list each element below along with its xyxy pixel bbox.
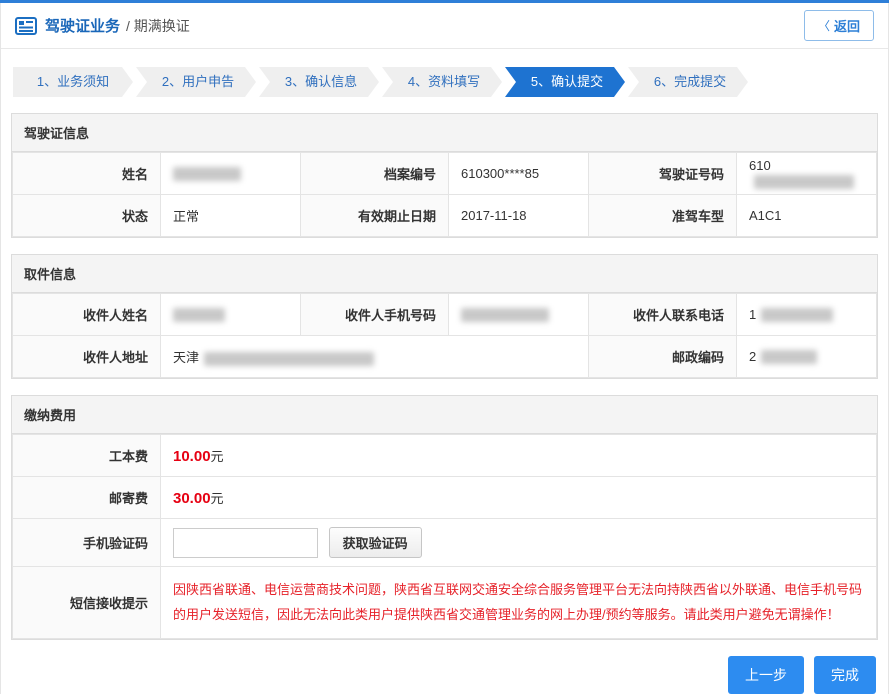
name-value <box>161 153 301 195</box>
recipient-phone-prefix: 1 <box>749 307 756 322</box>
license-info-table: 姓名 档案编号 610300****85 驾驶证号码 610 状态 正常 有效期… <box>12 152 877 237</box>
table-row: 状态 正常 有效期止日期 2017-11-18 准驾车型 A1C1 <box>13 195 877 237</box>
page-title: 驾驶证业务 <box>45 15 120 36</box>
get-sms-code-button[interactable]: 获取验证码 <box>329 527 422 558</box>
page-container: 驾驶证业务 / 期满换证 〈 返回 1、业务须知 2、用户申告 3、确认信息 4… <box>0 3 889 694</box>
recipient-mobile-redacted <box>461 308 549 322</box>
license-no-value: 610 <box>737 153 877 195</box>
table-row: 姓名 档案编号 610300****85 驾驶证号码 610 <box>13 153 877 195</box>
fees-table: 工本费 10.00元 邮寄费 30.00元 手机验证码 获取验证码 短信接收提 <box>12 434 877 639</box>
postcode-label: 邮政编码 <box>589 336 737 378</box>
pickup-info-table: 收件人姓名 收件人手机号码 收件人联系电话 1 收件人地址 天津 邮政编码 2 <box>12 293 877 378</box>
license-no-label: 驾驶证号码 <box>589 153 737 195</box>
step-wizard: 1、业务须知 2、用户申告 3、确认信息 4、资料填写 5、确认提交 6、完成提… <box>13 67 876 97</box>
postcode-prefix: 2 <box>749 349 756 364</box>
header-bar: 驾驶证业务 / 期满换证 〈 返回 <box>1 3 888 49</box>
table-row: 收件人地址 天津 邮政编码 2 <box>13 336 877 378</box>
table-row: 短信接收提示 因陕西省联通、电信运营商技术问题，陕西省互联网交通安全综合服务管理… <box>13 567 877 639</box>
recipient-mobile-label: 收件人手机号码 <box>301 294 449 336</box>
step-1-business-notice[interactable]: 1、业务须知 <box>13 67 133 97</box>
sms-notice-text: 因陕西省联通、电信运营商技术问题，陕西省互联网交通安全综合服务管理平台无法向持陕… <box>161 567 877 639</box>
table-row: 邮寄费 30.00元 <box>13 477 877 519</box>
sms-code-cell: 获取验证码 <box>161 519 877 567</box>
production-fee-unit: 元 <box>211 449 224 464</box>
step-2-user-declaration[interactable]: 2、用户申告 <box>136 67 256 97</box>
postcode-redacted <box>761 350 817 364</box>
previous-step-button[interactable]: 上一步 <box>728 656 804 694</box>
postcode-value: 2 <box>737 336 877 378</box>
address-value: 天津 <box>161 336 589 378</box>
production-fee-value: 10.00元 <box>161 435 877 477</box>
license-no-redacted <box>754 175 854 189</box>
recipient-mobile-value <box>449 294 589 336</box>
expiry-value: 2017-11-18 <box>449 195 589 237</box>
name-label: 姓名 <box>13 153 161 195</box>
license-section-title: 驾驶证信息 <box>12 114 877 152</box>
production-fee-label: 工本费 <box>13 435 161 477</box>
vehicle-type-value: A1C1 <box>737 195 877 237</box>
address-label: 收件人地址 <box>13 336 161 378</box>
back-button[interactable]: 〈 返回 <box>804 10 874 41</box>
pickup-section-title: 取件信息 <box>12 255 877 293</box>
pickup-info-section: 取件信息 收件人姓名 收件人手机号码 收件人联系电话 1 收件人地址 天津 邮政… <box>11 254 878 379</box>
file-no-value: 610300****85 <box>449 153 589 195</box>
fees-section: 缴纳费用 工本费 10.00元 邮寄费 30.00元 手机验证码 <box>11 395 878 640</box>
table-row: 收件人姓名 收件人手机号码 收件人联系电话 1 <box>13 294 877 336</box>
address-prefix: 天津 <box>173 350 199 365</box>
finish-button[interactable]: 完成 <box>814 656 876 694</box>
table-row: 工本费 10.00元 <box>13 435 877 477</box>
footer-actions: 上一步 完成 <box>13 656 876 694</box>
step-4-fill-info[interactable]: 4、资料填写 <box>382 67 502 97</box>
file-no-label: 档案编号 <box>301 153 449 195</box>
address-redacted <box>204 352 374 366</box>
step-3-confirm-info[interactable]: 3、确认信息 <box>259 67 379 97</box>
vehicle-type-label: 准驾车型 <box>589 195 737 237</box>
mailing-fee-label: 邮寄费 <box>13 477 161 519</box>
recipient-phone-redacted <box>761 308 833 322</box>
license-services-icon <box>15 17 37 35</box>
step-5-confirm-submit[interactable]: 5、确认提交 <box>505 67 625 97</box>
back-chevron-icon: 〈 <box>818 17 830 34</box>
license-no-prefix: 610 <box>749 158 771 173</box>
fees-section-title: 缴纳费用 <box>12 396 877 434</box>
production-fee-amount: 10.00 <box>173 448 211 465</box>
sms-code-input[interactable] <box>173 528 318 558</box>
breadcrumb: / 期满换证 <box>126 16 190 36</box>
sms-code-label: 手机验证码 <box>13 519 161 567</box>
recipient-name-value <box>161 294 301 336</box>
mailing-fee-unit: 元 <box>211 491 224 506</box>
status-label: 状态 <box>13 195 161 237</box>
recipient-phone-value: 1 <box>737 294 877 336</box>
table-row: 手机验证码 获取验证码 <box>13 519 877 567</box>
recipient-phone-label: 收件人联系电话 <box>589 294 737 336</box>
recipient-name-redacted <box>173 308 225 322</box>
expiry-label: 有效期止日期 <box>301 195 449 237</box>
sms-notice-label: 短信接收提示 <box>13 567 161 639</box>
step-6-complete-submit[interactable]: 6、完成提交 <box>628 67 748 97</box>
back-button-label: 返回 <box>834 16 860 35</box>
status-value: 正常 <box>161 195 301 237</box>
mailing-fee-amount: 30.00 <box>173 490 211 507</box>
recipient-name-label: 收件人姓名 <box>13 294 161 336</box>
license-info-section: 驾驶证信息 姓名 档案编号 610300****85 驾驶证号码 610 状态 … <box>11 113 878 238</box>
mailing-fee-value: 30.00元 <box>161 477 877 519</box>
name-redacted <box>173 167 241 181</box>
